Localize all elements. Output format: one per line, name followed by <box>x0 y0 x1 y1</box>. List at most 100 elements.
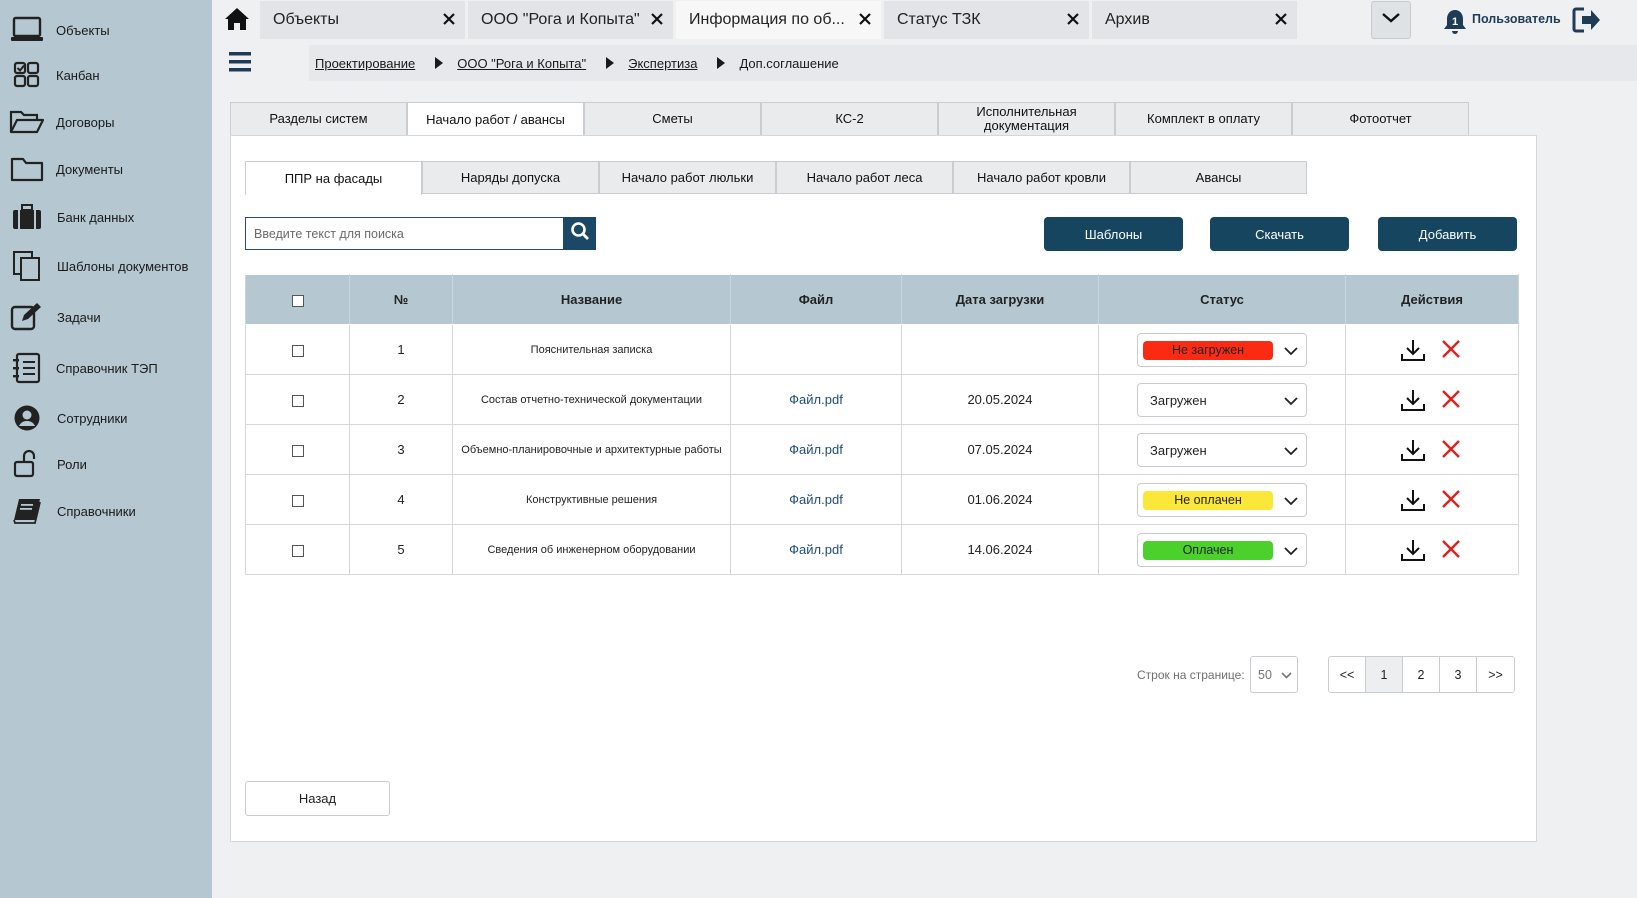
row-file: Файл.pdf <box>730 524 902 575</box>
table-row: 3 Объемно-планировочные и архитектурные … <box>245 424 1519 475</box>
page-button[interactable]: 3 <box>1440 657 1477 692</box>
search-input[interactable] <box>245 217 563 250</box>
notification-count: 1 <box>1452 16 1458 28</box>
download-icon[interactable] <box>1400 388 1426 412</box>
row-checkbox-cell <box>245 424 350 475</box>
row-file: Файл.pdf <box>730 424 902 475</box>
sidebar-item-databank[interactable]: Банк данных <box>0 195 212 239</box>
back-button[interactable]: Назад <box>245 781 390 816</box>
tab-company[interactable]: ООО "Рога и Копыта" <box>468 1 673 39</box>
delete-icon[interactable] <box>1438 338 1464 362</box>
search-button[interactable] <box>563 217 596 250</box>
download-icon[interactable] <box>1400 538 1426 562</box>
row-checkbox[interactable] <box>291 344 304 357</box>
close-icon[interactable] <box>1066 12 1080 26</box>
logout-icon[interactable] <box>1572 6 1602 34</box>
download-icon[interactable] <box>1400 338 1426 362</box>
sidebar-item-employees[interactable]: Сотрудники <box>0 396 212 440</box>
bell-icon[interactable]: 1 <box>1442 8 1468 36</box>
status-badge: Не загружен <box>1143 340 1273 360</box>
subtab-scaffold-start[interactable]: Начало работ леса <box>776 161 953 194</box>
row-num: 5 <box>349 524 453 575</box>
tab-archive[interactable]: Архив <box>1092 1 1297 39</box>
breadcrumb-link[interactable]: Проектирование <box>315 56 415 71</box>
main-content: Разделы систем Начало работ / авансы Сме… <box>212 82 1637 898</box>
sidebar-item-label: Документы <box>56 161 124 177</box>
breadcrumb-link[interactable]: Экспертиза <box>628 56 697 71</box>
rows-per-page-select[interactable]: 50 <box>1250 656 1298 693</box>
status-select[interactable]: Не оплачен <box>1137 482 1307 517</box>
page-prev-button[interactable]: << <box>1329 657 1366 692</box>
subtab-work-permits[interactable]: Наряды допуска <box>422 161 599 194</box>
tab-status-tzk[interactable]: Статус ТЗК <box>884 1 1089 39</box>
sidebar-item-objects[interactable]: Объекты <box>0 8 212 52</box>
page-button[interactable]: 2 <box>1403 657 1440 692</box>
tab-estimates[interactable]: Сметы <box>584 102 761 135</box>
tab-photo-report[interactable]: Фотоотчет <box>1292 102 1469 135</box>
subtab-roof-start[interactable]: Начало работ кровли <box>953 161 1130 194</box>
tab-executive-docs[interactable]: Исполнительная документация <box>938 102 1115 135</box>
row-name: Пояснительная записка <box>452 324 731 375</box>
sidebar-item-roles[interactable]: Роли <box>0 442 212 486</box>
close-icon[interactable] <box>442 12 456 26</box>
subtab-facade-ppr[interactable]: ППР на фасады <box>245 161 422 195</box>
status-select[interactable]: Не загружен <box>1137 332 1307 367</box>
file-link[interactable]: Файл.pdf <box>789 492 843 507</box>
templates-button[interactable]: Шаблоны <box>1044 217 1183 251</box>
user-circle-icon <box>8 401 46 435</box>
sidebar-item-documents[interactable]: Документы <box>0 147 212 191</box>
page-button[interactable]: 1 <box>1366 657 1403 692</box>
menu-icon[interactable] <box>228 50 252 74</box>
header-num: № <box>349 274 453 325</box>
status-select[interactable]: Загружен <box>1137 382 1307 417</box>
tab-work-start-advances[interactable]: Начало работ / авансы <box>407 102 584 137</box>
folder-icon <box>8 152 46 186</box>
sidebar-item-kanban[interactable]: Канбан <box>0 53 212 97</box>
status-select[interactable]: Загружен <box>1137 432 1307 467</box>
sidebar-item-references[interactable]: Справочники <box>0 489 212 533</box>
breadcrumb-link[interactable]: ООО "Рога и Копыта" <box>457 56 586 71</box>
delete-icon[interactable] <box>1438 488 1464 512</box>
close-icon[interactable] <box>1274 12 1288 26</box>
delete-icon[interactable] <box>1438 538 1464 562</box>
sidebar-item-tep-reference[interactable]: Справочник ТЭП <box>0 346 212 390</box>
sidebar-item-doc-templates[interactable]: Шаблоны документов <box>0 244 212 288</box>
sidebar-item-tasks[interactable]: Задачи <box>0 295 212 339</box>
unlock-icon <box>8 447 46 481</box>
tab-payment-set[interactable]: Комплект в оплату <box>1115 102 1292 135</box>
laptop-icon <box>8 13 46 47</box>
add-button[interactable]: Добавить <box>1378 217 1517 251</box>
home-icon[interactable] <box>224 6 250 32</box>
sidebar-item-label: Роли <box>57 456 87 472</box>
row-checkbox[interactable] <box>291 494 304 507</box>
status-select[interactable]: Оплачен <box>1137 532 1307 567</box>
tab-system-sections[interactable]: Разделы систем <box>230 102 407 135</box>
file-link[interactable]: Файл.pdf <box>789 442 843 457</box>
close-icon[interactable] <box>858 12 872 26</box>
subtab-advances[interactable]: Авансы <box>1130 161 1307 194</box>
select-all-checkbox[interactable] <box>291 294 304 307</box>
page-next-button[interactable]: >> <box>1477 657 1514 692</box>
download-button[interactable]: Скачать <box>1210 217 1349 251</box>
tab-object-info[interactable]: Информация по об... <box>676 1 881 39</box>
user-name[interactable]: Пользователь <box>1472 12 1561 26</box>
download-icon[interactable] <box>1400 438 1426 462</box>
search-icon <box>570 221 590 246</box>
subtab-cradle-start[interactable]: Начало работ люльки <box>599 161 776 194</box>
tab-ks2[interactable]: КС-2 <box>761 102 938 135</box>
close-icon[interactable] <box>650 12 664 26</box>
file-link[interactable]: Файл.pdf <box>789 392 843 407</box>
row-checkbox[interactable] <box>291 394 304 407</box>
tab-objects[interactable]: Объекты <box>260 1 465 39</box>
folder-open-icon <box>8 105 46 139</box>
row-status: Оплачен <box>1098 524 1346 575</box>
sidebar-item-label: Канбан <box>56 67 100 83</box>
delete-icon[interactable] <box>1438 388 1464 412</box>
download-icon[interactable] <box>1400 488 1426 512</box>
row-checkbox[interactable] <box>291 444 304 457</box>
delete-icon[interactable] <box>1438 438 1464 462</box>
file-link[interactable]: Файл.pdf <box>789 542 843 557</box>
more-tabs-button[interactable] <box>1371 1 1411 39</box>
row-checkbox[interactable] <box>291 544 304 557</box>
sidebar-item-contracts[interactable]: Договоры <box>0 100 212 144</box>
